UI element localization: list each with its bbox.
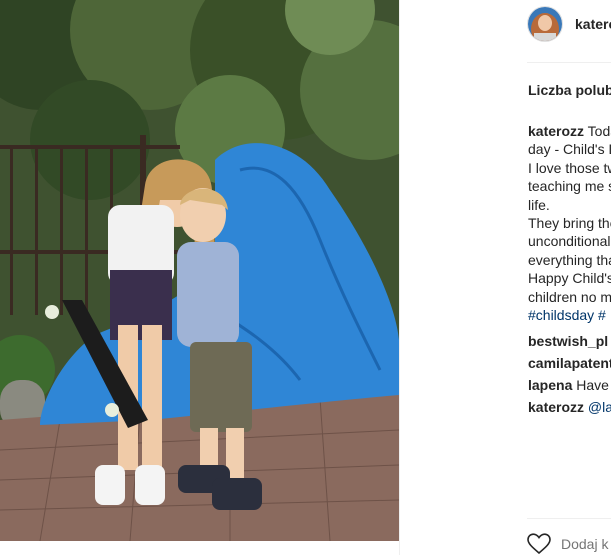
caption-line: I love those two for [528,159,611,176]
caption-text-first: Today is Children's [587,123,611,139]
hashtag-link[interactable]: #childsday [528,307,594,323]
caption-line: everything that [528,251,611,268]
post-username[interactable]: katerozz [575,16,611,32]
post-header: katerozz [527,4,611,44]
heart-icon[interactable] [527,533,551,555]
comment-username[interactable]: katerozz [528,399,584,415]
caption-username[interactable]: katerozz [528,123,584,139]
caption-line: life. [528,196,550,213]
caption-line: day - Child's Day [528,141,611,158]
likes-count[interactable]: Liczba polubień [528,82,611,98]
caption-line: katerozz Today is Children's [528,122,611,140]
hashtag-link[interactable]: # [598,307,606,323]
comment-item: lapena Have [528,376,611,394]
footer-divider [527,518,611,519]
comment-username[interactable]: bestwish_pl [528,333,608,349]
caption-line: children no matter the age [528,288,611,305]
comment-text: Have [576,377,609,394]
comment-mention[interactable]: @la [588,399,611,415]
photo-illustration [0,0,399,541]
header-divider [527,62,611,63]
caption-line: unconditional love and [528,233,611,250]
comment-item: katerozz @la [528,398,611,416]
add-comment-bar [527,533,611,555]
caption: katerozz Today is Children's day - Child… [528,122,611,324]
caption-line: teaching me so much about [528,178,611,195]
avatar[interactable] [527,6,563,42]
comment-item: bestwish_pl [528,332,611,350]
add-comment-input[interactable] [561,536,611,552]
avatar-image [528,7,562,41]
caption-hashtags: #childsday # [528,306,611,324]
comment-username[interactable]: camilapatent [528,355,611,371]
caption-line: Happy Child's Day to all [528,270,611,287]
comment-username[interactable]: lapena [528,377,572,393]
caption-line: They bring the [528,214,611,231]
vertical-divider [399,0,400,555]
comments-section: katerozz Today is Children's day - Child… [528,122,611,416]
post-photo[interactable] [0,0,399,541]
comment-item: camilapatent [528,354,611,372]
